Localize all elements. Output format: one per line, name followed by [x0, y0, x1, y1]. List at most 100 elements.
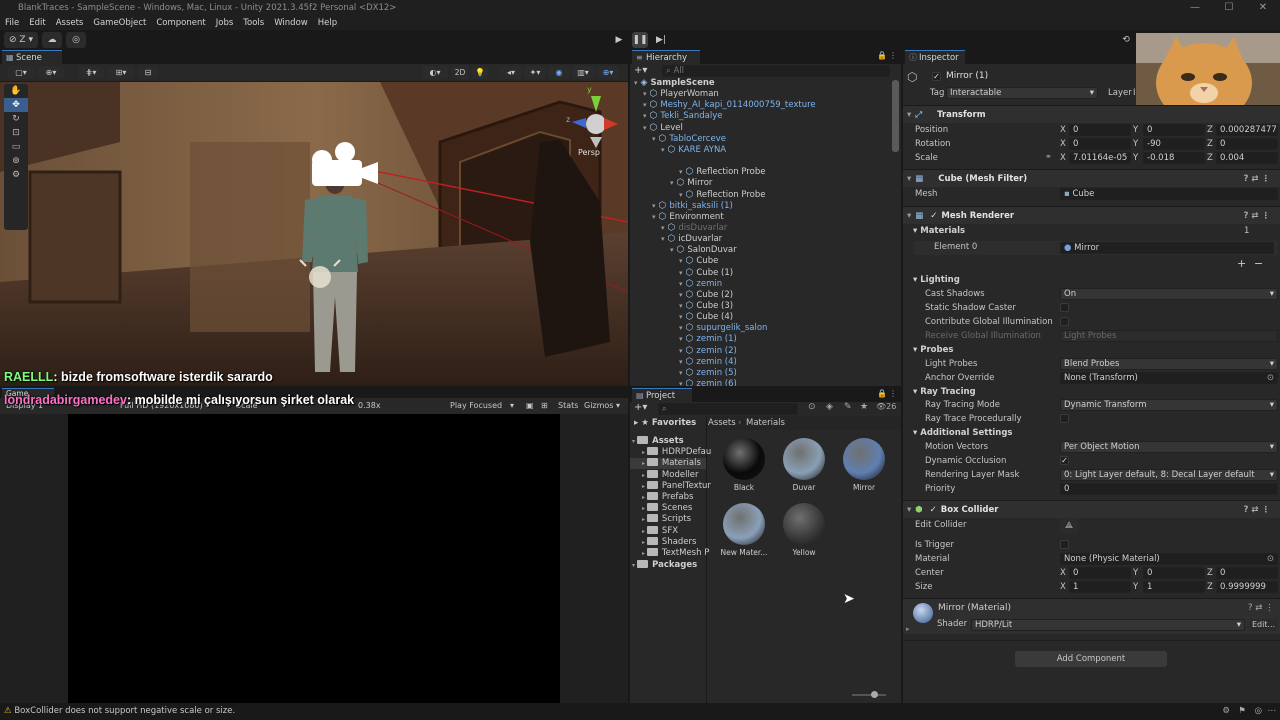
- rotation-y-input[interactable]: -90: [1143, 138, 1205, 150]
- grid-button[interactable]: ⋕▾: [78, 66, 104, 79]
- hierarchy-row[interactable]: ▾ ⬡ PlayerWoman: [643, 89, 719, 100]
- expand-arrow-icon[interactable]: ▾: [679, 257, 683, 265]
- status-message[interactable]: BoxCollider does not support negative sc…: [14, 706, 235, 716]
- motion-dropdown[interactable]: Per Object Motion ▾: [1060, 441, 1278, 453]
- stats-button[interactable]: Stats: [558, 398, 578, 414]
- scale-y-input[interactable]: -0.018: [1143, 152, 1205, 164]
- tab-scene[interactable]: ▦ Scene: [2, 50, 62, 64]
- material-menu-icon[interactable]: ? ⇄ ⋮: [1248, 603, 1274, 613]
- hierarchy-row[interactable]: ▾ ⬡ Cube (4): [679, 312, 733, 323]
- lighting-section[interactable]: ▾ Lighting: [913, 273, 960, 287]
- status-menu-icon[interactable]: ⋯: [1268, 703, 1277, 720]
- expand-arrow-icon[interactable]: ▾: [679, 302, 683, 310]
- rotate-tool-icon[interactable]: ↻: [4, 112, 28, 126]
- cloud-icon[interactable]: ☁: [42, 32, 62, 48]
- hierarchy-row[interactable]: ▾ ⬡ zemin (5): [679, 368, 737, 379]
- filter-tag-icon[interactable]: ✎: [844, 402, 852, 412]
- expand-arrow-icon[interactable]: ▾: [679, 335, 683, 343]
- rect-tool-icon[interactable]: ▭: [4, 140, 28, 154]
- collab-icon[interactable]: ◎: [66, 32, 86, 48]
- play-focused-select[interactable]: Play Focused: [450, 398, 502, 414]
- hierarchy-row[interactable]: ▾ ⬡ zemin: [679, 279, 722, 290]
- menu-jobs[interactable]: Jobs: [211, 16, 239, 30]
- hand-tool-icon[interactable]: ✋: [4, 84, 28, 98]
- expand-arrow-icon[interactable]: ▾: [652, 213, 656, 221]
- custom-tool-icon[interactable]: ⚙: [4, 168, 28, 182]
- folder-item[interactable]: ▸ PanelTextur: [642, 480, 711, 492]
- gizmos-button[interactable]: Gizmos: [584, 398, 613, 414]
- remove-element-icon[interactable]: −: [1254, 257, 1263, 270]
- breadcrumb-assets[interactable]: Assets: [708, 416, 736, 430]
- add-element-icon[interactable]: +: [1237, 257, 1246, 270]
- hierarchy-row[interactable]: ▾ ⬡ bitki_saksili (1): [652, 201, 733, 212]
- hierarchy-row[interactable]: ▾ ⬡ Cube (3): [679, 301, 733, 312]
- pause-button[interactable]: ❚❚: [632, 32, 648, 48]
- expand-arrow-icon[interactable]: ▾: [679, 380, 683, 386]
- hierarchy-row[interactable]: ▾ ⬡ KARE AYNA: [661, 145, 726, 156]
- menu-gameobject[interactable]: GameObject: [88, 16, 151, 30]
- mesh-filter-header[interactable]: ▾ ▦ Cube (Mesh Filter)? ⇄ ⋮: [903, 169, 1280, 187]
- lighting-toggle-icon[interactable]: 💡: [472, 66, 488, 79]
- box-collider-enabled-icon[interactable]: ✓: [930, 505, 937, 515]
- expand-arrow-icon[interactable]: ▾: [661, 146, 665, 154]
- box-collider-menu-icon[interactable]: ? ⇄ ⋮: [1244, 501, 1270, 519]
- rt-mode-dropdown[interactable]: Dynamic Transform ▾: [1060, 399, 1278, 411]
- size-y-input[interactable]: 1: [1143, 581, 1205, 593]
- material-thumbnail[interactable]: [843, 438, 885, 480]
- position-y-input[interactable]: 0: [1143, 124, 1205, 136]
- constrain-scale-icon[interactable]: ⚭: [1045, 152, 1052, 161]
- anchor-field[interactable]: None (Transform) ⊙: [1060, 372, 1278, 384]
- lock-icon[interactable]: 🔒: [877, 51, 887, 60]
- scale-z-input[interactable]: 0.004: [1216, 152, 1278, 164]
- anchor-picker-icon[interactable]: ⊙: [1267, 373, 1274, 383]
- light-probes-dropdown[interactable]: Blend Probes ▾: [1060, 358, 1278, 370]
- shader-dropdown[interactable]: HDRP/Lit ▾: [971, 619, 1245, 631]
- expand-arrow-icon[interactable]: ▾: [670, 179, 674, 187]
- hierarchy-row[interactable]: ▾ ⬡ zemin (2): [679, 346, 737, 357]
- collider-material-field[interactable]: None (Physic Material) ⊙: [1060, 553, 1278, 565]
- add-component-button[interactable]: Add Component: [1015, 651, 1167, 667]
- notification-icon[interactable]: ⚑: [1238, 703, 1246, 720]
- folder-item[interactable]: ▸ Prefabs: [642, 492, 693, 503]
- materials-section[interactable]: ▾ Materials: [913, 224, 965, 238]
- tag-dropdown[interactable]: Interactable ▾: [946, 87, 1098, 99]
- hierarchy-row[interactable]: ▾ ⬡ Reflection Probe: [679, 167, 765, 178]
- material-thumbnail[interactable]: [723, 503, 765, 545]
- mesh-renderer-menu-icon[interactable]: ? ⇄ ⋮: [1244, 207, 1270, 225]
- tab-hierarchy[interactable]: ≡ Hierarchy: [632, 50, 700, 64]
- menu-component[interactable]: Component: [151, 16, 210, 30]
- progress-icon[interactable]: ◎: [1255, 703, 1262, 720]
- position-x-input[interactable]: 0: [1069, 124, 1131, 136]
- folder-item[interactable]: ▸ HDRPDefau: [642, 447, 711, 458]
- folder-item[interactable]: ▸ Scenes: [642, 503, 692, 514]
- expand-arrow-icon[interactable]: ▾: [679, 347, 683, 355]
- menu-assets[interactable]: Assets: [51, 16, 89, 30]
- contribute-gi-checkbox[interactable]: [1060, 317, 1069, 326]
- folder-item[interactable]: ▸ TextMesh P: [642, 548, 709, 559]
- expand-arrow-icon[interactable]: ▾: [643, 90, 647, 98]
- draw-mode-button[interactable]: ▢▾: [8, 66, 34, 79]
- rotation-z-input[interactable]: 0: [1216, 138, 1278, 150]
- expand-arrow-icon[interactable]: ▾: [679, 324, 683, 332]
- global-button[interactable]: ⊕▾: [38, 66, 64, 79]
- hierarchy-row[interactable]: ▾ ⬡ Level: [643, 123, 683, 134]
- expand-arrow-icon[interactable]: ▾: [670, 246, 674, 254]
- transform-tool-icon[interactable]: ⊛: [4, 154, 28, 168]
- shading-button[interactable]: ◐▾: [422, 66, 448, 79]
- filter-label-icon[interactable]: ◈: [826, 402, 833, 412]
- expand-arrow-icon[interactable]: ▾: [643, 124, 647, 132]
- expand-arrow-icon[interactable]: ▾: [679, 291, 683, 299]
- hierarchy-row[interactable]: ▾ ◈ SampleScene: [634, 78, 715, 89]
- account-button[interactable]: ⊘ Z ▾: [4, 32, 38, 48]
- box-collider-header[interactable]: ▾ ⬢ ✓ Box Collider? ⇄ ⋮: [903, 500, 1280, 518]
- material-thumbnail[interactable]: [783, 503, 825, 545]
- effects-toggle-icon[interactable]: ✦▾: [524, 66, 546, 79]
- rt-proc-checkbox[interactable]: [1060, 414, 1069, 423]
- expand-arrow-icon[interactable]: ▾: [679, 313, 683, 321]
- hierarchy-row[interactable]: ▾ ⬡ Environment: [652, 212, 724, 223]
- occlusion-checkbox[interactable]: ✓: [1060, 456, 1069, 465]
- center-x-input[interactable]: 0: [1069, 567, 1131, 579]
- thumbnail-size-slider[interactable]: [852, 694, 886, 696]
- snap-button[interactable]: ⊞▾: [108, 66, 134, 79]
- folder-item[interactable]: ▸ Materials: [630, 458, 706, 470]
